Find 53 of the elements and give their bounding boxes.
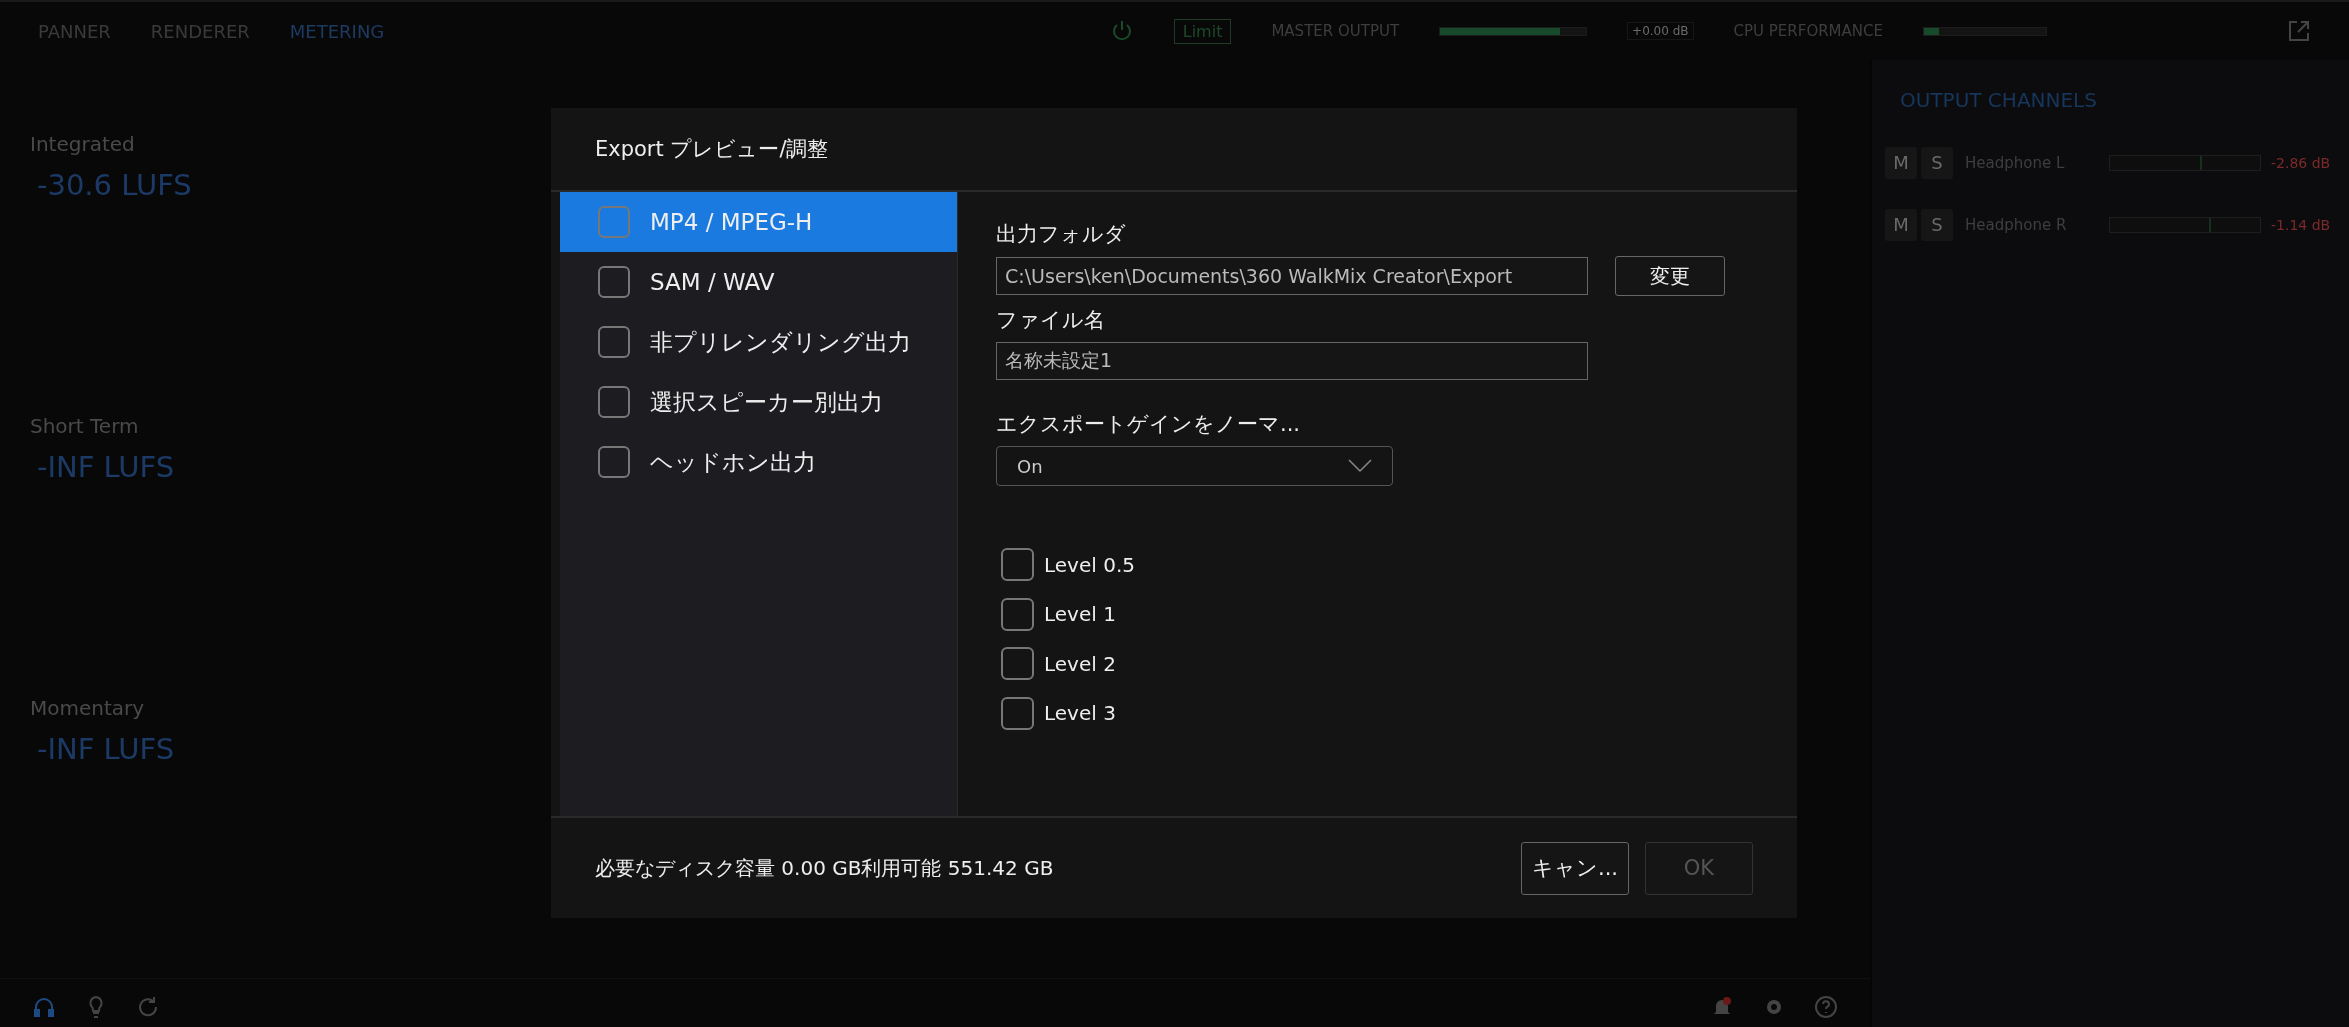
master-output-reading: +0.00 dB [1627,22,1694,40]
file-name-input-field[interactable]: 名称未設定1 [996,342,1588,380]
format-item[interactable]: ヘッドホン出力 [560,432,957,492]
field-label: 出力フォルダ [996,221,1127,248]
checkbox[interactable] [1001,548,1034,582]
channel-reading: -1.14 dB [2271,216,2331,233]
checkbox[interactable] [598,206,630,238]
checkbox-label: Level 0.5 [1044,552,1135,577]
checkbox[interactable] [598,266,630,298]
format-label: 選択スピーカー別出力 [650,387,883,417]
checkbox[interactable] [1001,597,1034,631]
loudness-value: -INF LUFS [36,450,175,484]
headphones-icon[interactable] [32,995,56,1019]
meter-label: Momentary [30,696,145,720]
mute-button[interactable]: M [1885,146,1917,179]
format-item[interactable]: 選択スピーカー別出力 [560,372,957,432]
format-item[interactable]: SAM / WAV [560,252,957,312]
channel-reading: -2.86 dB [2271,154,2331,171]
chevron-down-icon [1348,459,1372,473]
dialog-button[interactable]: キャン... [1521,841,1629,895]
solo-button[interactable]: S [1921,208,1953,241]
loudness-value: -30.6 LUFS [36,168,192,202]
field-label: エクスポートゲインをノーマ... [996,411,1302,438]
meter-label: Short Term [30,414,139,438]
format-label: SAM / WAV [650,269,775,295]
checkbox[interactable] [598,386,630,418]
change-button[interactable]: 変更 [1615,256,1725,296]
external-link-icon[interactable] [2287,19,2311,43]
format-label: MP4 / MPEG-H [650,209,813,235]
checkbox-label: Level 3 [1044,701,1116,726]
help-icon[interactable] [1814,995,1838,1019]
folder-input-field[interactable]: C:\Users\ken\Documents\360 WalkMix Creator\Export [996,257,1588,295]
mute-button[interactable]: M [1885,208,1917,241]
checkbox[interactable] [1001,696,1034,730]
disk-space-info: 必要なディスク容量 0.00 GB利用可能 551.42 GB [595,854,1055,882]
field-label: ファイル名 [996,307,1106,334]
dialog-title: Export プレビュー/調整 [595,136,829,163]
refresh-icon[interactable] [136,995,160,1019]
checkbox[interactable] [1001,647,1034,681]
panel-title: OUTPUT CHANNELS [1899,87,2098,112]
format-label: ヘッドホン出力 [650,447,816,477]
format-item[interactable]: 非プリレンダリング出力 [560,312,957,372]
checkbox-label: Level 2 [1044,651,1116,676]
format-item[interactable]: MP4 / MPEG-H [560,192,957,252]
normalize-dropdown[interactable]: On [996,446,1393,486]
format-label: 非プリレンダリング出力 [650,327,911,357]
limit-button[interactable]: Limit [1173,18,1232,44]
solo-button[interactable]: S [1921,146,1953,179]
checkbox[interactable] [598,446,630,478]
checkbox[interactable] [598,326,630,358]
checkbox-label: Level 1 [1044,602,1116,627]
meter-label: Integrated [30,132,135,156]
loudness-value: -INF LUFS [36,732,175,766]
